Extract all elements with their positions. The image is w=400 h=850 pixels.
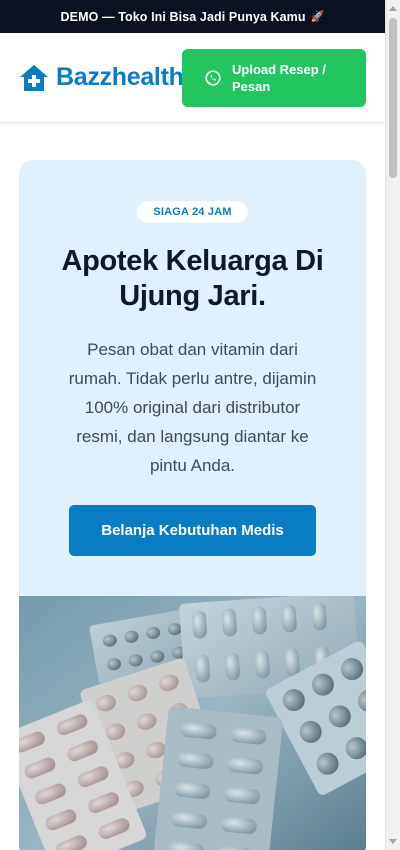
- hero-description: Pesan obat dan vitamin dari rumah. Tidak…: [68, 340, 317, 475]
- site-header: Bazzhealth Upload Resep / Pesan: [0, 33, 385, 123]
- rocket-icon: 🚀: [310, 11, 325, 23]
- demo-banner-text: DEMO — Toko Ini Bisa Jadi Punya Kamu: [60, 9, 306, 24]
- scroll-up-arrow[interactable]: [389, 6, 397, 11]
- logo-text: Bazzhealth: [56, 63, 184, 91]
- hero-section: SIAGA 24 JAM Apotek Keluarga Di Ujung Ja…: [19, 160, 366, 850]
- house-plus-icon: [20, 64, 48, 91]
- whatsapp-icon: [205, 70, 221, 86]
- demo-banner: DEMO — Toko Ini Bisa Jadi Punya Kamu 🚀: [0, 0, 385, 33]
- upload-button-label: Upload Resep / Pesan: [232, 62, 326, 94]
- shop-medical-needs-button[interactable]: Belanja Kebutuhan Medis: [69, 505, 316, 556]
- page-scrollbar[interactable]: [385, 0, 400, 850]
- medicine-blister-packs-image: [19, 596, 366, 850]
- site-logo[interactable]: Bazzhealth: [19, 63, 184, 92]
- scrollbar-thumb[interactable]: [389, 18, 397, 178]
- availability-badge: SIAGA 24 JAM: [137, 201, 248, 223]
- scroll-down-arrow[interactable]: [389, 839, 397, 844]
- upload-prescription-button[interactable]: Upload Resep / Pesan: [182, 49, 366, 107]
- hero-title: Apotek Keluarga Di Ujung Jari.: [61, 245, 324, 312]
